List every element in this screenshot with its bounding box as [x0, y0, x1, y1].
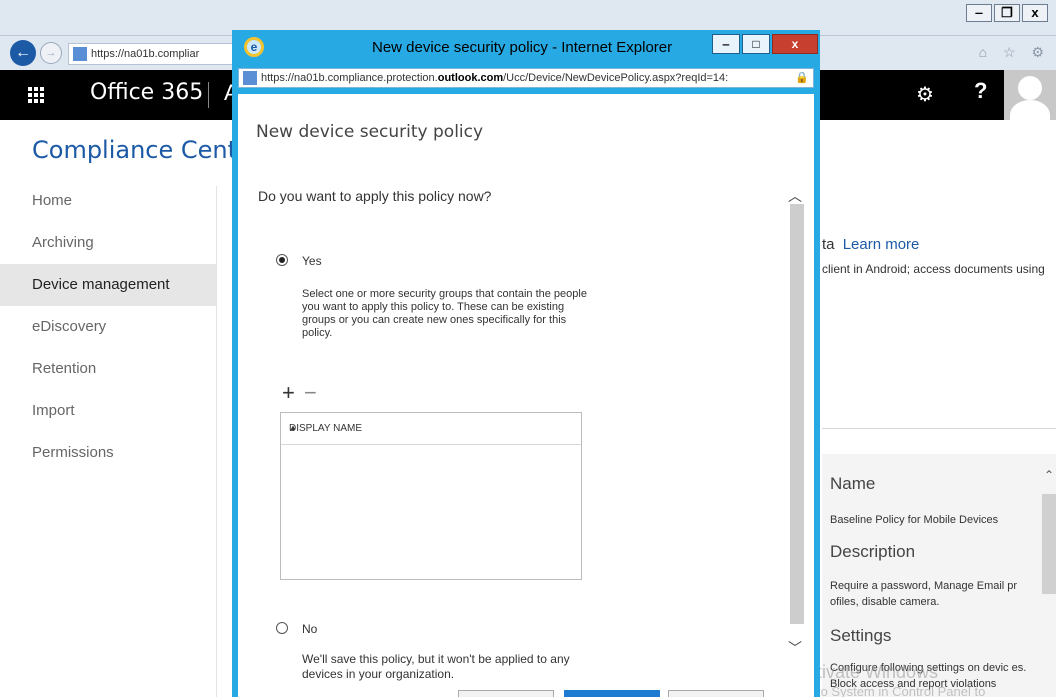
- no-description: We'll save this policy, but it won't be …: [302, 652, 570, 681]
- popup-window: e New device security policy - Internet …: [232, 30, 820, 697]
- close-button[interactable]: x: [1022, 4, 1048, 22]
- table-header[interactable]: DISPLAY NAME ▲: [281, 413, 581, 445]
- nav-item-home[interactable]: Home: [0, 180, 216, 222]
- nav-item-device-management[interactable]: Device management: [0, 264, 216, 306]
- no-label[interactable]: No: [302, 622, 317, 636]
- intro-fragment: ta: [822, 236, 835, 253]
- popup-url-suffix: /Ucc/Device/NewDevicePolicy.aspx?reqId=1…: [503, 72, 729, 84]
- forward-arrow-icon[interactable]: →: [40, 42, 62, 64]
- gear-icon[interactable]: ⚙: [916, 82, 934, 107]
- popup-url-field[interactable]: https://na01b.compliance.protection.outl…: [238, 68, 814, 88]
- cancel-button[interactable]: [668, 690, 764, 697]
- lock-icon: 🔒: [795, 72, 809, 84]
- back-arrow-icon[interactable]: ←: [10, 40, 36, 66]
- help-icon[interactable]: ?: [974, 78, 987, 104]
- popup-url-domain: outlook.com: [437, 72, 504, 84]
- sort-ascending-icon[interactable]: ▲: [289, 423, 571, 432]
- yes-description: Select one or more security groups that …: [302, 288, 587, 339]
- activation-watermark-sub: Go to System in Control Panel to: [796, 684, 986, 697]
- description-heading: Description: [830, 542, 916, 561]
- scroll-up-icon[interactable]: ⌃: [1044, 468, 1054, 482]
- app-launcher-icon[interactable]: [0, 70, 72, 120]
- minimize-button[interactable]: ‒: [966, 4, 992, 22]
- page-icon: [243, 71, 257, 85]
- url-field[interactable]: https://na01b.compliar: [68, 43, 238, 65]
- apply-question: Do you want to apply this policy now?: [258, 188, 492, 204]
- description-value: Require a password, Manage Email pr ofil…: [830, 580, 1018, 608]
- left-navigation: Home Archiving Device management eDiscov…: [0, 180, 216, 474]
- nav-item-permissions[interactable]: Permissions: [0, 432, 216, 474]
- popup-window-controls: ‒ □ x: [710, 34, 818, 54]
- popup-title: New device security policy - Internet Ex…: [372, 39, 673, 56]
- o365-title[interactable]: Office 365: [90, 80, 203, 105]
- policy-wizard: New device security policy Do you want t…: [238, 94, 814, 697]
- back-button[interactable]: [458, 690, 554, 697]
- popup-titlebar[interactable]: e New device security policy - Internet …: [232, 30, 820, 66]
- divider: [822, 428, 1056, 429]
- restore-button[interactable]: ❐: [994, 4, 1020, 22]
- add-icon[interactable]: +: [282, 380, 295, 406]
- name-heading: Name: [830, 474, 876, 493]
- avatar[interactable]: [1004, 70, 1056, 120]
- nav-item-retention[interactable]: Retention: [0, 348, 216, 390]
- no-radio[interactable]: [276, 622, 288, 634]
- policy-detail-pane: ⌃ Name Baseline Policy for Mobile Device…: [822, 454, 1056, 697]
- header-divider: [208, 82, 209, 108]
- learn-more-link[interactable]: Learn more: [843, 236, 920, 253]
- detail-scrollbar[interactable]: [1042, 494, 1056, 594]
- yes-radio[interactable]: [276, 254, 288, 266]
- popup-close-button[interactable]: x: [772, 34, 818, 54]
- url-text: https://na01b.compliar: [91, 48, 200, 60]
- nav-item-import[interactable]: Import: [0, 390, 216, 432]
- page-title: Compliance Center: [32, 136, 262, 164]
- intro-text-line2: client in Android; access documents usin…: [822, 262, 1045, 276]
- yes-label[interactable]: Yes: [302, 254, 322, 268]
- window-controls: ‒ ❐ x: [964, 4, 1048, 22]
- popup-minimize-button[interactable]: ‒: [712, 34, 740, 54]
- name-value: Baseline Policy for Mobile Devices: [830, 514, 999, 526]
- nav-item-archiving[interactable]: Archiving: [0, 222, 216, 264]
- page-icon: [73, 47, 87, 61]
- scroll-down-icon[interactable]: ﹀: [788, 638, 802, 658]
- browser-tools-icons[interactable]: ⌂ ☆ ⚙: [979, 44, 1050, 61]
- security-groups-table: DISPLAY NAME ▲: [280, 412, 582, 580]
- remove-icon[interactable]: −: [304, 380, 317, 406]
- intro-text: ta Learn more: [822, 236, 919, 253]
- popup-scrollbar-thumb[interactable]: [790, 204, 804, 624]
- nav-divider: [216, 186, 217, 697]
- wizard-heading: New device security policy: [256, 122, 484, 142]
- settings-heading: Settings: [830, 626, 892, 645]
- popup-url-prefix: https://na01b.compliance.protection.: [261, 72, 438, 84]
- popup-maximize-button[interactable]: □: [742, 34, 770, 54]
- scroll-up-icon[interactable]: ︿: [788, 186, 802, 206]
- nav-item-ediscovery[interactable]: eDiscovery: [0, 306, 216, 348]
- internet-explorer-icon: e: [244, 37, 264, 57]
- next-button[interactable]: [564, 690, 660, 697]
